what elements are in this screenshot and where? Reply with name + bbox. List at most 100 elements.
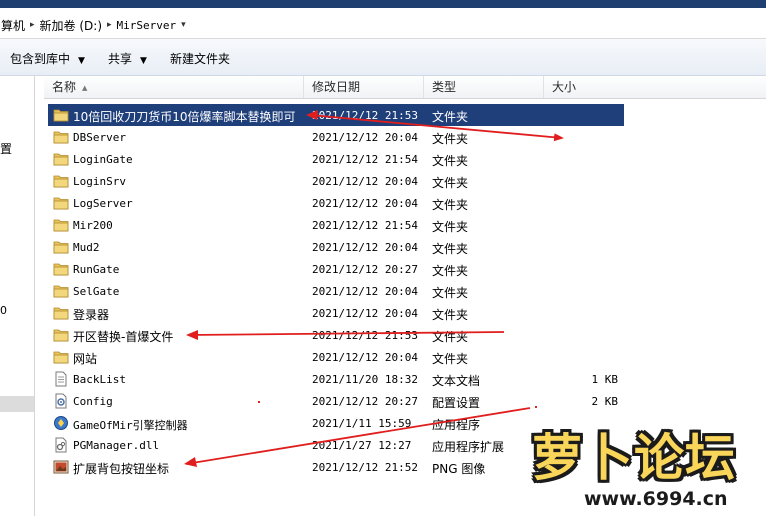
- file-type: 文件夹: [432, 330, 469, 344]
- file-row[interactable]: Mir200 2021/12/12 21:54 文件夹: [48, 214, 624, 236]
- file-size: 1 KB: [591, 373, 619, 386]
- file-name[interactable]: LogServer: [73, 197, 133, 210]
- file-name[interactable]: SelGate: [73, 285, 119, 298]
- file-name[interactable]: RunGate: [73, 263, 119, 276]
- folder-icon: [53, 217, 69, 233]
- image-file-icon: [53, 459, 69, 475]
- file-type: 应用程序扩展: [432, 440, 505, 454]
- file-row[interactable]: DBServer 2021/12/12 20:04 文件夹: [48, 126, 624, 148]
- navigation-pane[interactable]: 置 0: [0, 76, 35, 516]
- chevron-right-icon[interactable]: ▸: [103, 20, 116, 30]
- breadcrumb-item[interactable]: 算机: [0, 17, 26, 34]
- file-date: 2021/12/12 20:04: [312, 351, 418, 364]
- file-date: 2021/1/27 12:27: [312, 439, 412, 452]
- file-row[interactable]: 登录器 2021/12/12 20:04 文件夹: [48, 302, 624, 324]
- file-row[interactable]: LoginGate 2021/12/12 21:54 文件夹: [48, 148, 624, 170]
- file-type: 配置设置: [432, 396, 481, 410]
- file-type: 应用程序: [432, 418, 481, 432]
- file-date: 2021/1/11 15:59: [312, 417, 412, 430]
- file-type: PNG 图像: [432, 462, 486, 476]
- file-type: 文件夹: [432, 352, 469, 366]
- address-bar[interactable]: 算机 ▸ 新加卷 (D:) ▸ MirServer ▾: [0, 8, 766, 39]
- file-row[interactable]: LoginSrv 2021/12/12 20:04 文件夹: [48, 170, 624, 192]
- file-type: 文件夹: [432, 154, 469, 168]
- file-name[interactable]: GameOfMir引擎控制器: [73, 417, 188, 433]
- include-in-library-button[interactable]: 包含到库中 ▼: [10, 50, 85, 67]
- file-type: 文件夹: [432, 198, 469, 212]
- folder-icon: [53, 195, 69, 211]
- file-date: 2021/12/12 21:53: [312, 329, 418, 342]
- file-date: 2021/12/12 20:27: [312, 395, 418, 408]
- file-row[interactable]: LogServer 2021/12/12 20:04 文件夹: [48, 192, 624, 214]
- file-date: 2021/12/12 20:04: [312, 175, 418, 188]
- file-name[interactable]: Config: [73, 395, 113, 408]
- column-size-label: 大小: [552, 80, 577, 94]
- file-row[interactable]: BackList 2021/11/20 18:32 文本文档 1 KB: [48, 368, 624, 390]
- file-name[interactable]: Mir200: [73, 219, 113, 232]
- red-dot-mark: [535, 406, 537, 408]
- file-row[interactable]: 10倍回收刀刀货币10倍爆率脚本替换即可 2021/12/12 21:53 文件夹: [48, 104, 624, 126]
- file-size: 2 KB: [591, 395, 619, 408]
- nav-item-fragment[interactable]: 置: [0, 140, 12, 157]
- folder-icon: [53, 107, 69, 123]
- file-date: 2021/12/12 21:54: [312, 153, 418, 166]
- nav-selected-item[interactable]: [0, 396, 34, 412]
- file-name[interactable]: LoginSrv: [73, 175, 126, 188]
- file-row[interactable]: RunGate 2021/12/12 20:27 文件夹: [48, 258, 624, 280]
- new-folder-button[interactable]: 新建文件夹: [170, 50, 230, 67]
- folder-icon: [53, 173, 69, 189]
- file-name[interactable]: 登录器: [73, 306, 109, 323]
- file-date: 2021/12/12 21:54: [312, 219, 418, 232]
- file-row[interactable]: Mud2 2021/12/12 20:04 文件夹: [48, 236, 624, 258]
- file-name[interactable]: 扩展背包按钮坐标: [73, 460, 169, 477]
- file-name[interactable]: BackList: [73, 373, 126, 386]
- folder-icon: [53, 151, 69, 167]
- app-icon: [53, 415, 69, 431]
- file-name[interactable]: Mud2: [73, 241, 100, 254]
- sort-ascending-icon: ▲: [82, 83, 88, 92]
- file-name[interactable]: LoginGate: [73, 153, 133, 166]
- nav-item-fragment[interactable]: 0: [0, 304, 7, 317]
- window-title-strip: [0, 0, 766, 8]
- column-date-label: 修改日期: [312, 80, 361, 94]
- file-type: 文本文档: [432, 374, 481, 388]
- file-type: 文件夹: [432, 308, 469, 322]
- file-date: 2021/12/12 20:04: [312, 241, 418, 254]
- folder-icon: [53, 305, 69, 321]
- file-name[interactable]: 开区替换-首爆文件: [73, 328, 173, 345]
- folder-icon: [53, 327, 69, 343]
- file-date: 2021/12/12 20:04: [312, 131, 418, 144]
- column-type-label: 类型: [432, 80, 457, 94]
- watermark-logo: 萝卜论坛 www.6994.cn: [516, 418, 764, 514]
- folder-icon: [53, 239, 69, 255]
- folder-icon: [53, 261, 69, 277]
- breadcrumb-item[interactable]: MirServer: [116, 19, 178, 32]
- file-row[interactable]: SelGate 2021/12/12 20:04 文件夹: [48, 280, 624, 302]
- file-name[interactable]: PGManager.dll: [73, 439, 159, 452]
- file-type: 文件夹: [432, 176, 469, 190]
- file-date: 2021/12/12 20:27: [312, 263, 418, 276]
- file-date: 2021/12/12 21:52: [312, 461, 418, 474]
- file-row[interactable]: 网站 2021/12/12 20:04 文件夹: [48, 346, 624, 368]
- include-in-library-label: 包含到库中: [10, 52, 71, 66]
- file-row[interactable]: 开区替换-首爆文件 2021/12/12 21:53 文件夹: [48, 324, 624, 346]
- command-toolbar: 包含到库中 ▼ 共享 ▼ 新建文件夹: [0, 39, 766, 76]
- column-header-size[interactable]: 大小: [544, 76, 766, 98]
- watermark-url: www.6994.cn: [584, 488, 728, 510]
- config-file-icon: [53, 393, 69, 409]
- folder-icon: [53, 283, 69, 299]
- column-header-name[interactable]: 名称 ▲: [44, 76, 304, 98]
- new-folder-label: 新建文件夹: [170, 52, 231, 66]
- file-name[interactable]: 网站: [73, 350, 97, 367]
- file-name[interactable]: DBServer: [73, 131, 126, 144]
- share-button[interactable]: 共享 ▼: [108, 50, 147, 67]
- column-header-date[interactable]: 修改日期: [304, 76, 424, 98]
- folder-icon: [53, 349, 69, 365]
- chevron-right-icon[interactable]: ▸: [26, 20, 39, 30]
- file-row[interactable]: Config 2021/12/12 20:27 配置设置 2 KB: [48, 390, 624, 412]
- file-name[interactable]: 10倍回收刀刀货币10倍爆率脚本替换即可: [73, 108, 296, 125]
- file-type: 文件夹: [432, 286, 469, 300]
- breadcrumb-item[interactable]: 新加卷 (D:): [39, 17, 103, 34]
- column-header-type[interactable]: 类型: [424, 76, 544, 98]
- chevron-down-icon[interactable]: ▾: [177, 20, 190, 30]
